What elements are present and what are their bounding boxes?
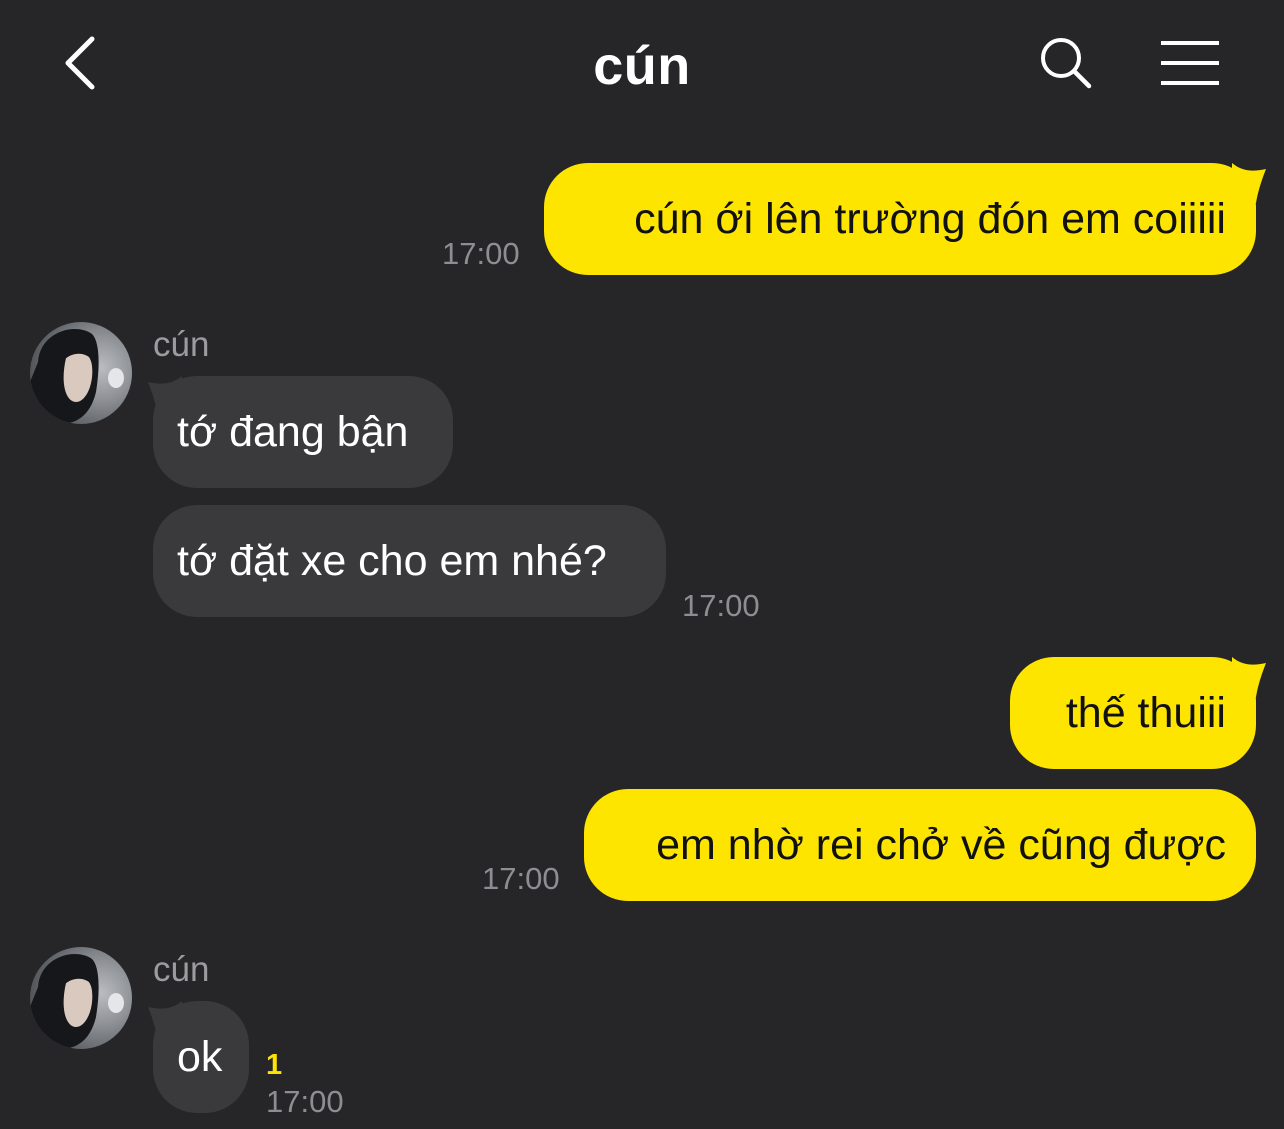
- message-text: ok: [177, 1033, 223, 1081]
- message-time: 17:00: [682, 588, 760, 623]
- message-time: 17:00: [482, 861, 560, 896]
- message-bubble-incoming[interactable]: tớ đặt xe cho em nhé?: [153, 505, 666, 617]
- avatar[interactable]: [30, 322, 132, 424]
- message-bubble-outgoing[interactable]: em nhờ rei chở về cũng được: [584, 789, 1256, 901]
- menu-button[interactable]: [1150, 32, 1230, 98]
- message-text: tớ đặt xe cho em nhé?: [177, 537, 607, 585]
- message-time: 17:00: [266, 1084, 344, 1119]
- avatar[interactable]: [30, 947, 132, 1049]
- chevron-left-icon: [60, 33, 100, 98]
- search-button[interactable]: [1030, 32, 1102, 98]
- unread-count-badge: 1: [266, 1049, 283, 1081]
- message-text: cún ới lên trường đón em coiiiii: [634, 195, 1226, 243]
- message-text: em nhờ rei chở về cũng được: [656, 821, 1226, 869]
- back-button[interactable]: [50, 30, 110, 100]
- message-bubble-incoming[interactable]: ok: [153, 1001, 249, 1113]
- message-text: thế thuiii: [1065, 689, 1226, 737]
- message-bubble-incoming[interactable]: tớ đang bận: [153, 376, 453, 488]
- message-bubble-outgoing[interactable]: cún ới lên trường đón em coiiiii: [544, 163, 1256, 275]
- sender-name: cún: [153, 325, 210, 364]
- message-bubble-outgoing[interactable]: thế thuiii: [1010, 657, 1256, 769]
- sender-name: cún: [153, 950, 210, 989]
- search-icon: [1038, 35, 1094, 96]
- message-time: 17:00: [442, 236, 520, 271]
- hamburger-menu-icon: [1159, 39, 1221, 92]
- message-text: tớ đang bận: [177, 408, 409, 456]
